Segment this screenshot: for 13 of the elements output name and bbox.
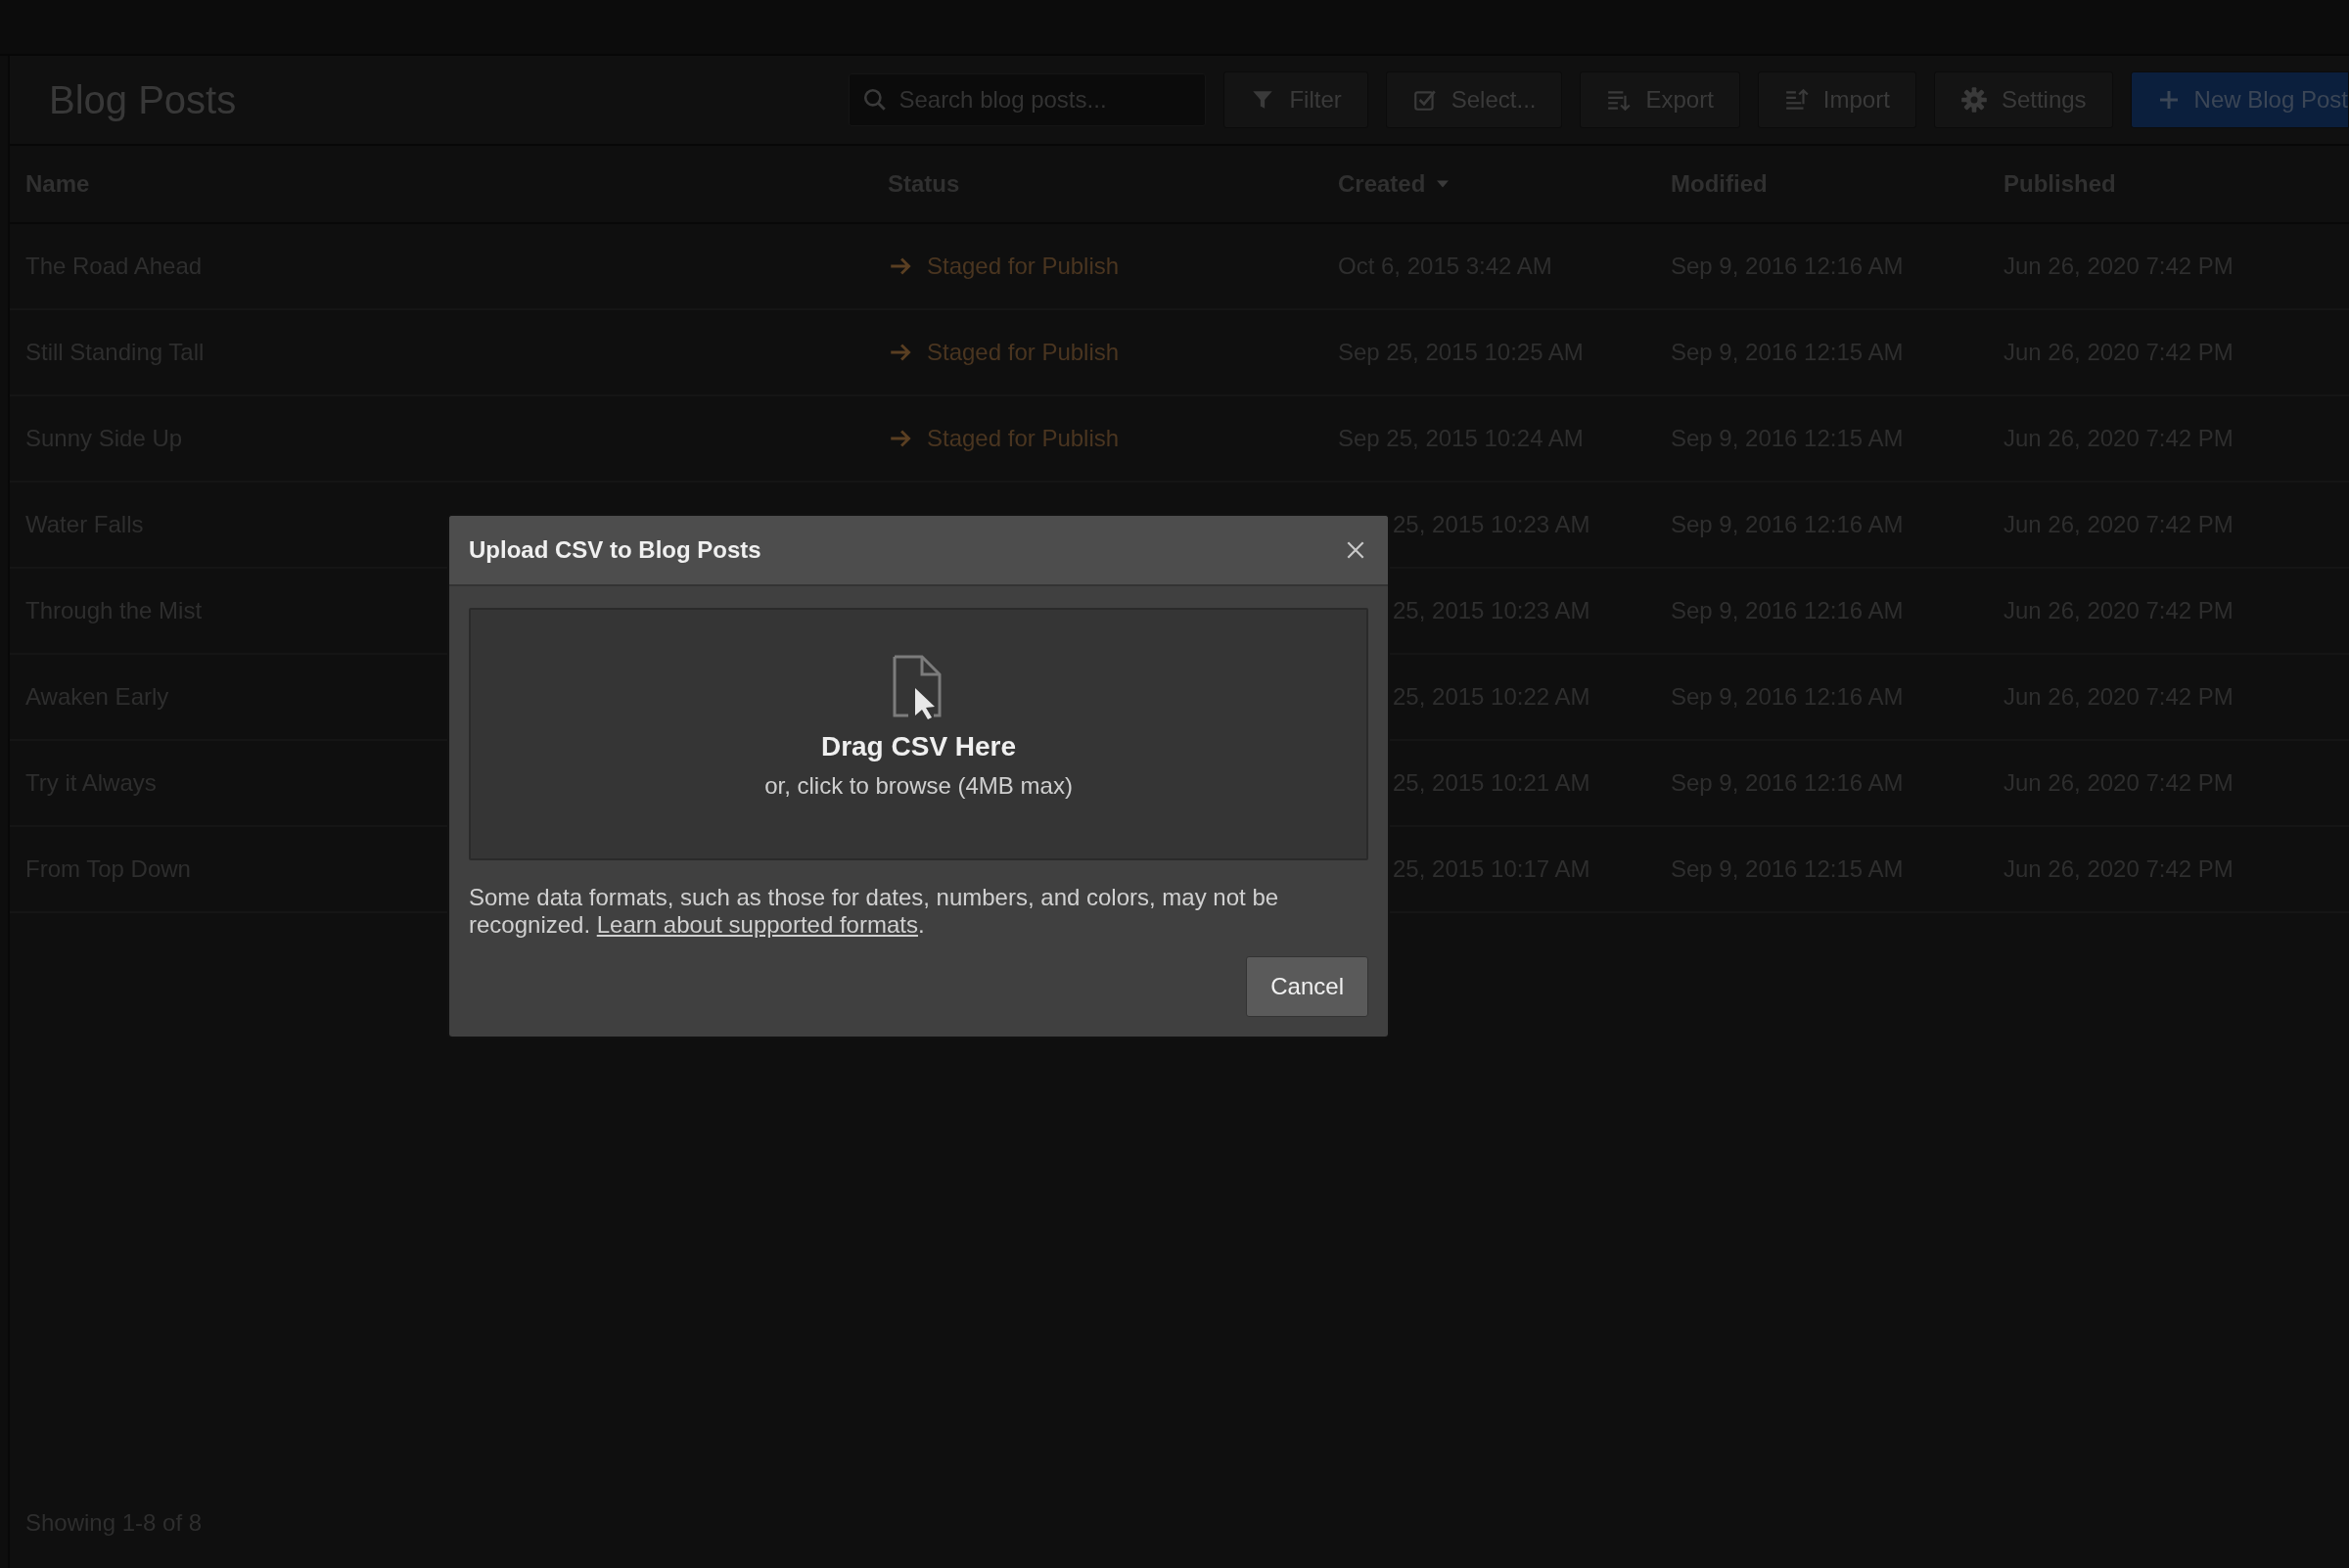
format-note: Some data formats, such as those for dates, numbers, and colors, may not be recognized. Learn about supported formats. <box>469 884 1280 939</box>
settings-icon <box>1959 86 1988 114</box>
status-label: Staged for Publish <box>927 253 1120 280</box>
cancel-button[interactable]: Cancel <box>1246 956 1368 1017</box>
status-label: Staged for Publish <box>927 425 1120 452</box>
formats-link[interactable]: Learn about supported formats <box>596 911 918 938</box>
status-label: Staged for Publish <box>927 339 1120 366</box>
import-icon <box>1783 87 1810 113</box>
drop-zone[interactable]: Drag CSV Here or, click to browse (4MB max) <box>469 608 1368 860</box>
close-icon <box>1345 539 1366 561</box>
dialog-title: Upload CSV to Blog Posts <box>469 536 761 564</box>
drop-hint: or, click to browse (4MB max) <box>764 772 1073 800</box>
drop-heading: Drag CSV Here <box>820 731 1017 762</box>
